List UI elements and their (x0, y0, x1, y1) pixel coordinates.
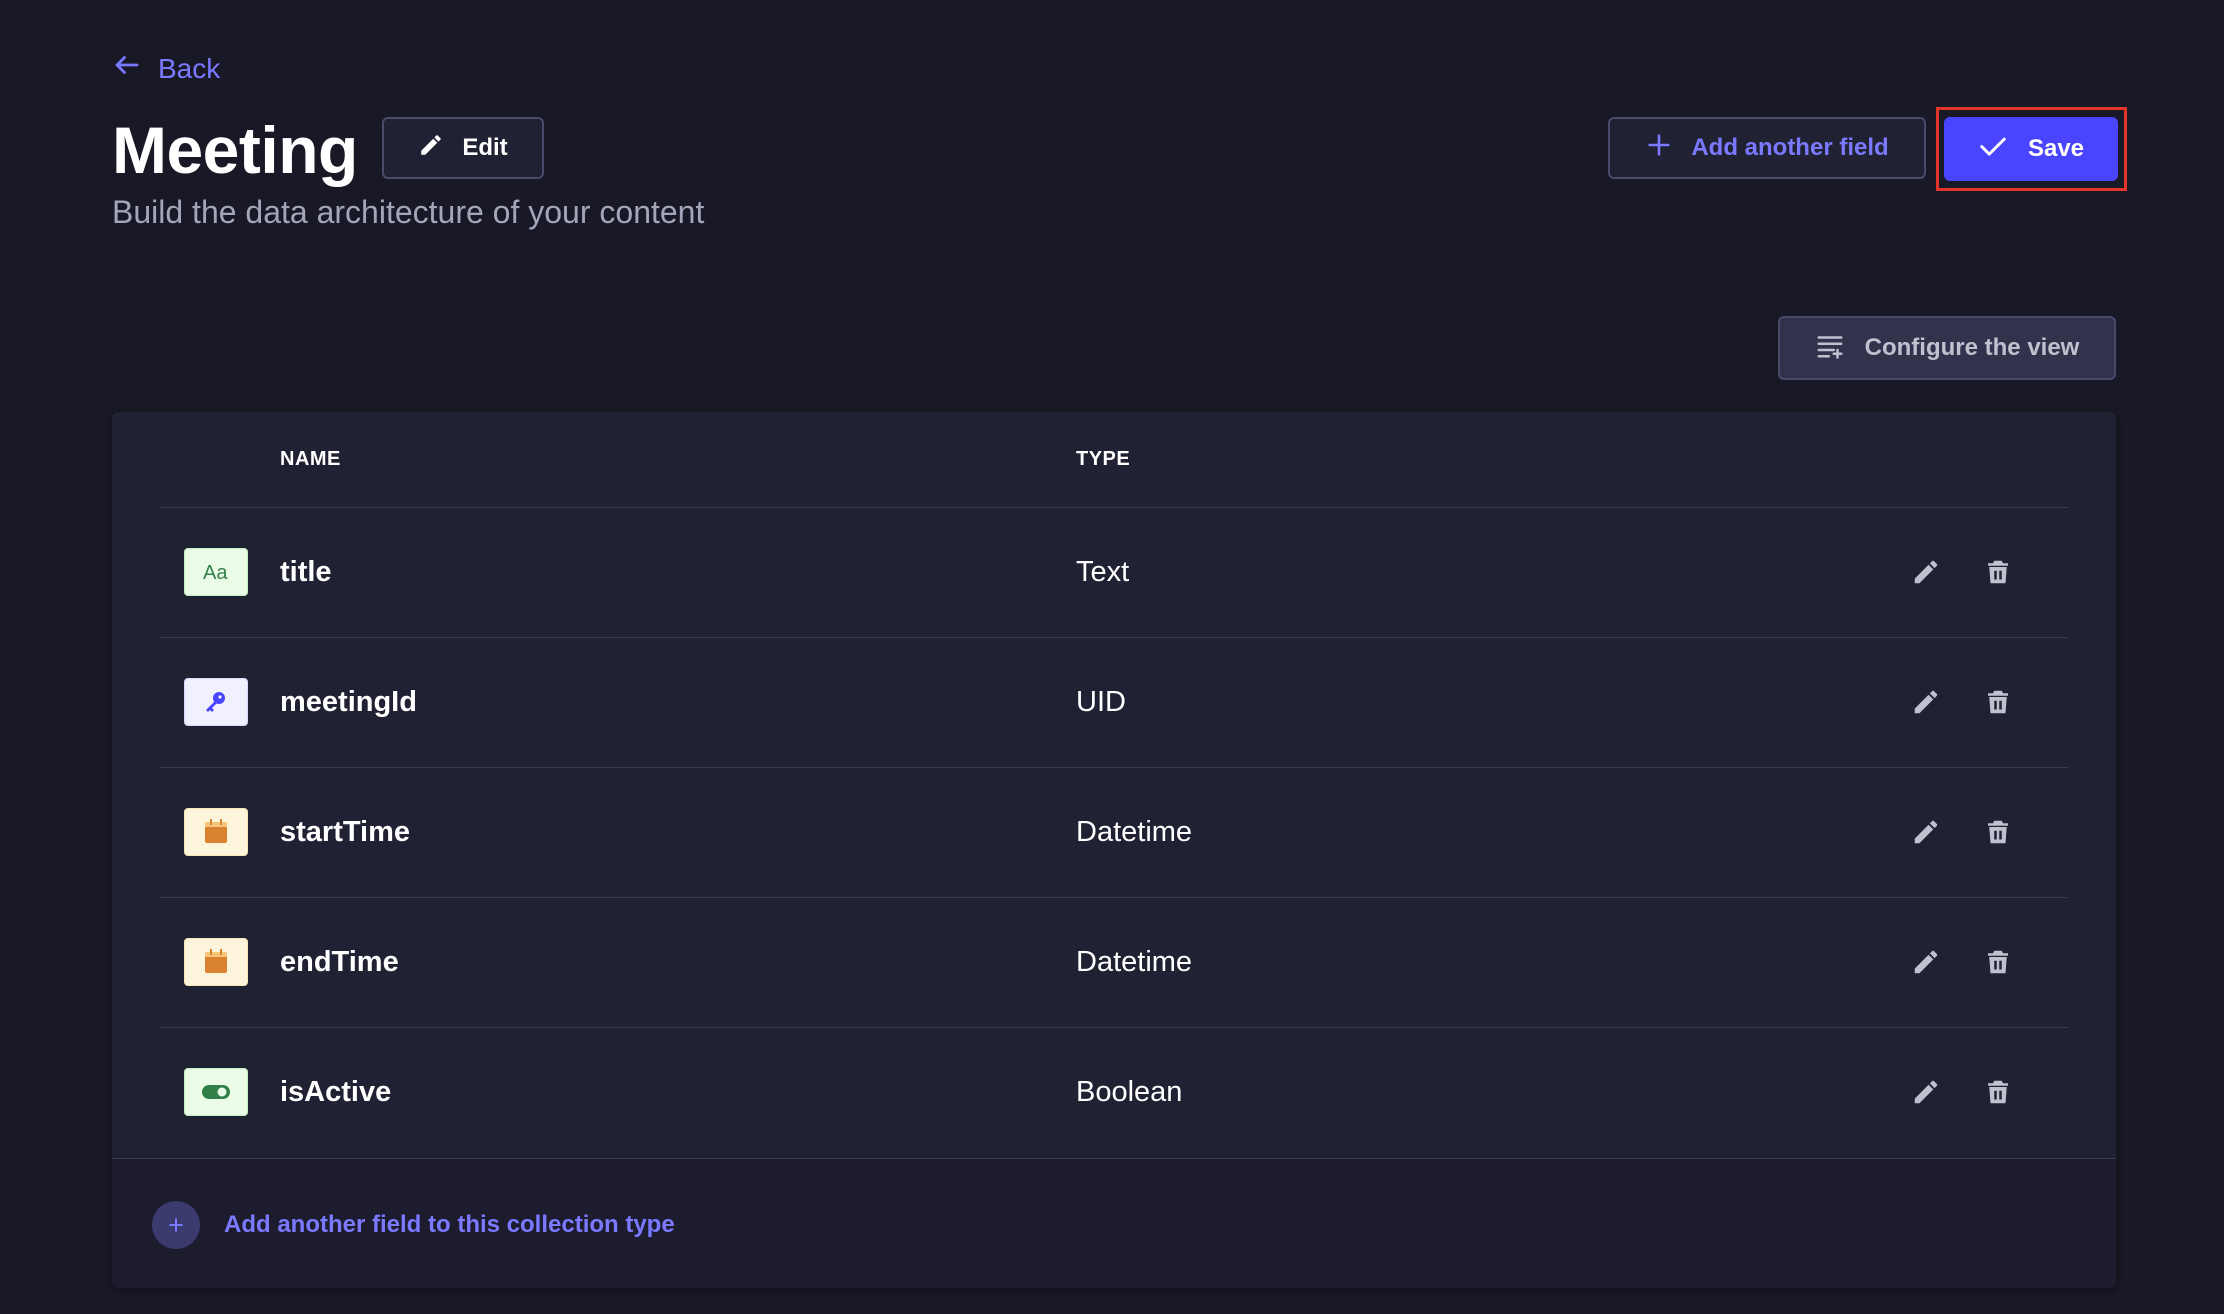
edit-label: Edit (462, 134, 508, 161)
add-field-to-collection-label: Add another field to this collection typ… (224, 1211, 675, 1238)
column-header-type: TYPE (1076, 448, 1131, 470)
field-type: Datetime (1076, 816, 1193, 848)
field-name: startTime (280, 816, 411, 848)
add-field-to-collection-button[interactable]: Add another field to this collection typ… (152, 1201, 675, 1249)
add-another-field-button[interactable]: Add another field (1608, 117, 1926, 179)
column-header-name: NAME (280, 448, 341, 470)
text-field-icon: Aa (184, 548, 248, 596)
arrow-left-icon (112, 50, 142, 87)
configure-label: Configure the view (1864, 334, 2080, 361)
field-name: title (280, 556, 332, 588)
key-icon (184, 678, 248, 726)
save-button[interactable]: Save (1944, 117, 2118, 181)
edit-field-pencil-icon[interactable] (1908, 1074, 1944, 1110)
calendar-icon (184, 938, 248, 986)
plus-circle-icon (152, 1201, 200, 1249)
edit-field-pencil-icon[interactable] (1908, 814, 1944, 850)
table-row: isActive Boolean (160, 1028, 2068, 1158)
toggle-icon (184, 1068, 248, 1116)
fields-table: NAME TYPE Aa title Text meetingId UID st… (112, 412, 2116, 1288)
field-type: Datetime (1076, 946, 1193, 978)
delete-field-trash-icon[interactable] (1980, 1074, 2016, 1110)
back-label: Back (158, 52, 221, 84)
svg-text:Aa: Aa (203, 562, 228, 584)
list-settings-icon (1815, 330, 1845, 367)
edit-field-pencil-icon[interactable] (1908, 554, 1944, 590)
content-type-builder-page: Back Meeting Edit Build the data archite… (0, 0, 2224, 1314)
calendar-icon (184, 808, 248, 856)
add-field-label: Add another field (1691, 134, 1889, 161)
check-icon (1978, 131, 2008, 168)
field-name: meetingId (280, 686, 417, 718)
save-label: Save (2027, 135, 2085, 162)
edit-button[interactable]: Edit (382, 117, 544, 179)
table-row: startTime Datetime (160, 768, 2068, 898)
delete-field-trash-icon[interactable] (1980, 944, 2016, 980)
delete-field-trash-icon[interactable] (1980, 684, 2016, 720)
configure-view-button[interactable]: Configure the view (1778, 316, 2116, 380)
field-name: endTime (280, 946, 399, 978)
pencil-icon (418, 132, 444, 165)
edit-field-pencil-icon[interactable] (1908, 944, 1944, 980)
table-footer: Add another field to this collection typ… (112, 1158, 2116, 1288)
table-row: endTime Datetime (160, 898, 2068, 1028)
table-row: meetingId UID (160, 638, 2068, 768)
page-title: Meeting (112, 113, 358, 187)
table-header: NAME TYPE (160, 412, 2068, 508)
delete-field-trash-icon[interactable] (1980, 554, 2016, 590)
edit-field-pencil-icon[interactable] (1908, 684, 1944, 720)
field-type: UID (1076, 686, 1126, 718)
table-body: Aa title Text meetingId UID startTime Da… (160, 508, 2068, 1158)
field-type: Boolean (1076, 1076, 1183, 1108)
field-type: Text (1076, 556, 1130, 588)
page-subtitle: Build the data architecture of your cont… (112, 194, 705, 230)
field-name: isActive (280, 1076, 392, 1108)
delete-field-trash-icon[interactable] (1980, 814, 2016, 850)
back-link[interactable]: Back (112, 50, 220, 87)
plus-icon (1645, 131, 1673, 166)
table-row: Aa title Text (160, 508, 2068, 638)
